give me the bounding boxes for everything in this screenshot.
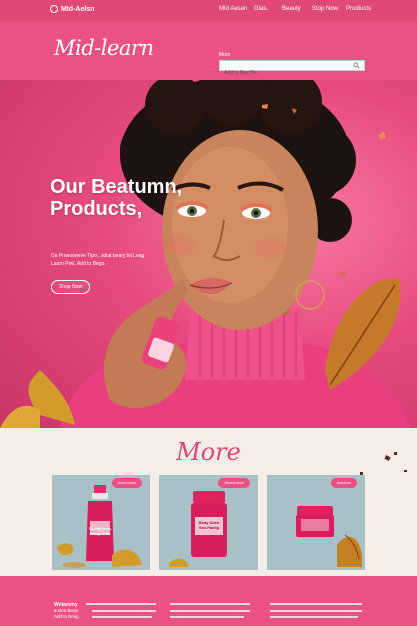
balm-jar-image <box>296 506 362 567</box>
footer-text-lines <box>86 603 362 618</box>
hero-section: Our Beatumn, Products, Da Proeooneve Tlp… <box>0 80 417 428</box>
leaf-fragment-icon <box>404 470 407 472</box>
nav-link-products[interactable]: Prodiucts <box>346 6 371 12</box>
search-input[interactable] <box>220 68 350 78</box>
product-card[interactable]: Amourdeau Rcmaieerm Stoap Sthe <box>52 475 150 570</box>
product-label: Beay Sdea Sea Paelig <box>198 520 220 530</box>
section-title: More <box>176 438 241 466</box>
product-card[interactable]: Slmeandeau Beay Sdea Sea Paelig <box>159 475 258 570</box>
footer: Wniammy & Bea Beae. Adđ to Beag <box>0 576 417 626</box>
serum-bottle-image <box>57 485 142 568</box>
search-label: More <box>219 52 231 58</box>
nav-link-home[interactable]: MId Aesan <box>219 6 247 12</box>
nav-link-glass[interactable]: Glas. <box>254 6 268 12</box>
product-badge[interactable]: Aandeao <box>330 478 357 488</box>
leaf-fragment-icon <box>394 452 397 455</box>
product-card[interactable]: Aandeao <box>267 475 365 570</box>
brand-header: Mid-learn More <box>0 22 417 80</box>
product-label: Rcmaieerm Stoap Sthe <box>89 526 111 536</box>
search-box[interactable] <box>219 60 365 78</box>
product-badge[interactable]: Slmeandeau <box>218 478 250 488</box>
shop-now-button[interactable]: Shop Now <box>51 280 90 294</box>
search-icon[interactable] <box>353 62 360 69</box>
product-badge[interactable]: Amourdeau <box>111 478 142 488</box>
nav-links: MId Aesan Glas. Beauty Stop Now Prodiuct… <box>0 6 417 16</box>
hero-subtext: Da Proeooneve Tlpo., sdiat beary tvl Lea… <box>51 253 145 267</box>
nav-link-beauty[interactable]: Beauty <box>282 6 301 12</box>
hero-heading: Our Beatumn, Products, <box>50 176 183 220</box>
top-nav: MId-Aelsn MId Aesan Glas. Beauty Stop No… <box>0 0 417 22</box>
brand-title[interactable]: Mid-learn <box>54 36 154 60</box>
nav-link-shop[interactable]: Stop Now <box>312 6 338 12</box>
products-section: More Amourdeau Rcmaieerm Stoap Sthe Slme… <box>0 428 417 576</box>
